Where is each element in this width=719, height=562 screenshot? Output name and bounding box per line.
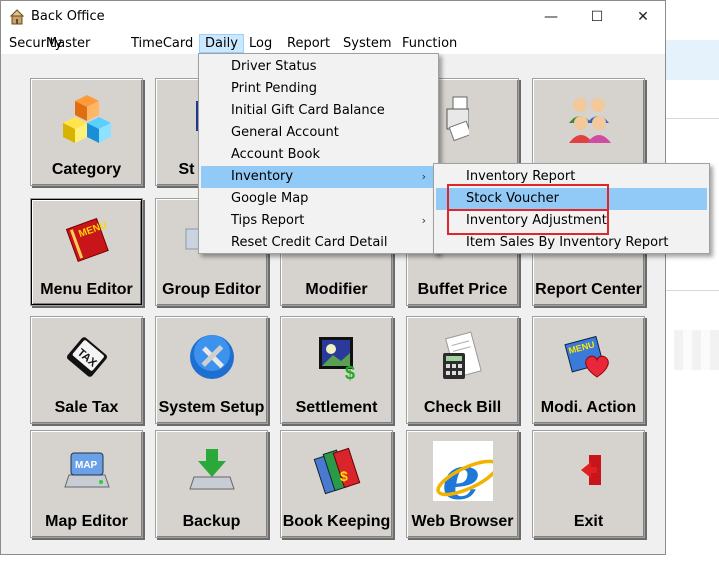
users-icon [568,98,611,143]
tile-menu-editor[interactable]: MENU Menu Editor [30,198,143,306]
svg-text:$: $ [345,363,355,383]
menu-item-stock-voucher[interactable]: Stock Voucher [436,188,707,210]
tile-label: Web Browser [411,513,514,530]
background-divider [666,118,719,119]
inventory-submenu: Inventory Report Stock Voucher Inventory… [433,163,710,254]
tile-system-setup[interactable]: System Setup [155,316,268,424]
menu-item-print-pending[interactable]: Print Pending [201,78,436,100]
books-icon: $ [313,447,360,495]
tools-icon [189,335,234,379]
close-icon: ✕ [637,9,649,25]
tile-exit[interactable]: Exit [532,430,645,538]
menu-item-general-account[interactable]: General Account [201,122,436,144]
svg-text:$: $ [340,468,348,484]
tile-label: System Setup [158,399,265,416]
map-drive-icon: MAP [63,452,110,488]
tile-label: Menu Editor [40,281,133,298]
tile-label: Buffet Price [417,281,508,298]
background-blurred-area [674,330,719,370]
menu-item-label: Inventory [231,169,294,184]
tile-label: Book Keeping [282,513,391,530]
close-button[interactable]: ✕ [620,1,666,33]
window-title: Back Office [31,9,105,24]
tile-backup[interactable]: Backup [155,430,268,538]
money-icon: $ [318,337,355,383]
menu-item-google-map[interactable]: Google Map [201,188,436,210]
minimize-button[interactable]: — [528,1,574,33]
maximize-button[interactable]: ☐ [574,1,620,33]
tile-label: Modifier [305,281,368,298]
background-window [666,0,719,562]
chevron-right-icon: › [421,214,426,227]
maximize-icon: ☐ [590,9,604,25]
tile-label: Sale Tax [54,399,119,416]
tile-modi-action[interactable]: MENU Modi. Action [532,316,645,424]
tile-map-editor[interactable]: MAP Map Editor [30,430,143,538]
menu-system[interactable]: System [338,34,396,53]
tile-check-bill[interactable]: Check Bill [406,316,519,424]
tile-sale-tax[interactable]: TAX Sale Tax [30,316,143,424]
tile-label: Map Editor [45,513,128,530]
background-divider [666,290,719,291]
ie-icon: e [432,441,493,501]
chevron-right-icon: › [421,170,426,183]
tile-label: Report Center [535,281,642,298]
menu-function[interactable]: Function [397,34,462,53]
tile-label: Exit [573,513,604,530]
menu-item-label: Tips Report [231,213,305,228]
menu-report[interactable]: Report [282,34,335,53]
tile-label: Settlement [295,399,378,416]
daily-menu: Driver Status Print Pending Initial Gift… [198,53,439,254]
menu-bar: Security Master TimeCard Daily Log Repor… [1,33,665,54]
tile-label: Modi. Action [540,399,637,416]
menu-daily[interactable]: Daily [199,34,244,53]
heart-menu-icon: MENU [563,335,609,378]
tile-label: Backup [182,513,241,530]
menu-item-reset-credit-card-detail[interactable]: Reset Credit Card Detail [201,232,436,254]
menu-master[interactable]: Master [41,34,95,53]
app-icon [9,9,25,25]
tile-label: Group Editor [162,281,261,298]
menu-item-account-book[interactable]: Account Book [201,144,436,166]
minimize-icon: — [544,9,558,25]
menu-timecard[interactable]: TimeCard [126,34,198,53]
menu-log[interactable]: Log [244,34,277,53]
menu-item-inventory[interactable]: Inventory › [201,166,436,188]
exit-door-icon [580,455,601,485]
tile-book-keeping[interactable]: $ Book Keeping [280,430,393,538]
tile-settlement[interactable]: $ Settlement [280,316,393,424]
menu-item-inventory-report[interactable]: Inventory Report [436,166,707,188]
tax-key-icon: TAX [66,337,107,377]
calculator-icon [442,331,482,379]
svg-text:MAP: MAP [75,460,98,471]
menu-item-initial-gift-card-balance[interactable]: Initial Gift Card Balance [201,100,436,122]
title-bar[interactable]: Back Office — ☐ ✕ [1,1,665,33]
tile-web-browser[interactable]: e Web Browser [406,430,519,538]
menu-item-tips-report[interactable]: Tips Report › [201,210,436,232]
menu-item-item-sales-by-inventory-report[interactable]: Item Sales By Inventory Report [436,232,707,254]
menu-item-driver-status[interactable]: Driver Status [201,56,436,78]
menu-item-inventory-adjustment[interactable]: Inventory Adjustment [436,210,707,232]
cubes-icon [62,95,111,143]
tile-label: Check Bill [423,399,502,416]
background-band [666,40,719,80]
backup-icon [188,449,235,490]
menu-book-icon: MENU [65,217,109,263]
